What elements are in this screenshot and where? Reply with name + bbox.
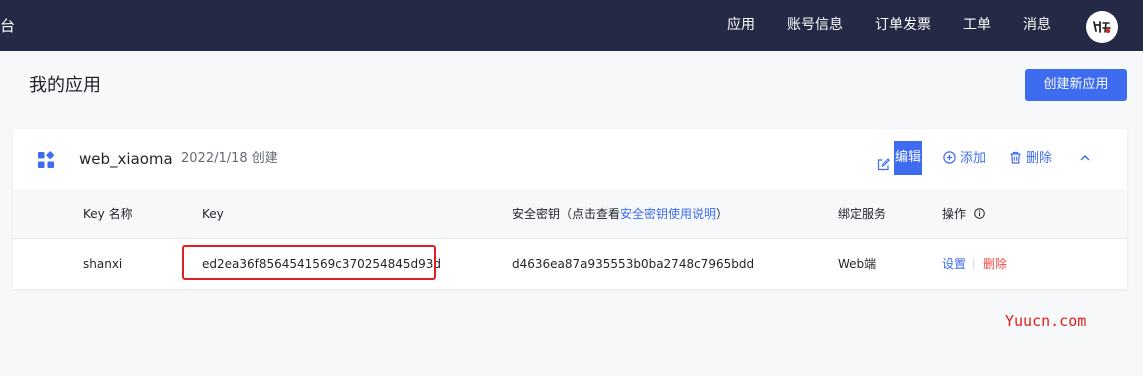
nav-item-messages[interactable]: 消息 — [1023, 15, 1051, 35]
create-app-button[interactable]: 创建新应用 — [1025, 69, 1127, 101]
avatar-logo-icon — [1087, 12, 1117, 42]
nav-item-account-info[interactable]: 账号信息 — [787, 15, 843, 35]
column-header-operations: 操作 — [942, 206, 985, 222]
delete-label: 删除 — [1026, 151, 1053, 166]
app-grid-icon — [38, 151, 55, 168]
service-cell: Web端 — [838, 257, 877, 271]
table-row: shanxi ed2ea36f8564541569c370254845d93d … — [13, 238, 1127, 289]
app-created-date: 2022/1/18 创建 — [181, 151, 278, 166]
nav-item-orders-invoices[interactable]: 订单发票 — [875, 15, 931, 35]
edit-app-button[interactable]: 编辑 — [877, 141, 923, 183]
secret-usage-link[interactable]: 安全密钥使用说明 — [620, 207, 716, 221]
app-card: web_xiaoma 2022/1/18 创建 编辑 添加 删除 Key 名称 — [13, 129, 1127, 289]
secret-header-text: 安全密钥（点击查看 — [512, 207, 621, 221]
keys-table: Key 名称 Key 安全密钥（点击查看安全密钥使用说明） 绑定服务 操作 sh… — [13, 189, 1127, 289]
app-name: web_xiaoma — [79, 150, 173, 168]
add-circle-icon — [943, 151, 956, 164]
watermark: Yuucn.com — [1005, 312, 1087, 330]
app-card-header: web_xiaoma 2022/1/18 创建 编辑 添加 删除 — [13, 129, 1127, 189]
nav-item-tickets[interactable]: 工单 — [963, 15, 991, 35]
page-title: 我的应用 — [29, 75, 101, 96]
secret-header-suffix: ） — [716, 207, 729, 221]
settings-link[interactable]: 设置 — [942, 256, 966, 272]
brand-title: 台 — [0, 17, 16, 35]
avatar[interactable] — [1086, 11, 1118, 43]
edit-label: 编辑 — [894, 141, 923, 175]
chevron-up-icon[interactable] — [1079, 152, 1091, 164]
column-header-service: 绑定服务 — [838, 207, 887, 221]
operations-label: 操作 — [942, 207, 967, 221]
top-navbar: 台 应用 账号信息 订单发票 工单 消息 — [0, 0, 1143, 51]
column-header-key-name: Key 名称 — [83, 207, 133, 221]
add-label: 添加 — [960, 151, 987, 166]
secret-value-cell: d4636ea87a935553b0ba2748c7965bdd — [512, 257, 755, 271]
edit-icon — [877, 158, 890, 171]
delete-key-link[interactable]: 删除 — [983, 256, 1007, 272]
key-name-cell: shanxi — [83, 257, 123, 271]
key-highlight-box — [182, 245, 436, 280]
divider — [973, 258, 974, 270]
nav-item-apps[interactable]: 应用 — [727, 15, 755, 35]
column-header-secret: 安全密钥（点击查看安全密钥使用说明） — [512, 206, 728, 222]
trash-icon — [1010, 151, 1021, 164]
delete-app-button[interactable]: 删除 — [1009, 149, 1052, 169]
info-icon[interactable] — [974, 208, 985, 219]
add-key-button[interactable]: 添加 — [943, 149, 986, 169]
column-header-key: Key — [202, 207, 224, 221]
